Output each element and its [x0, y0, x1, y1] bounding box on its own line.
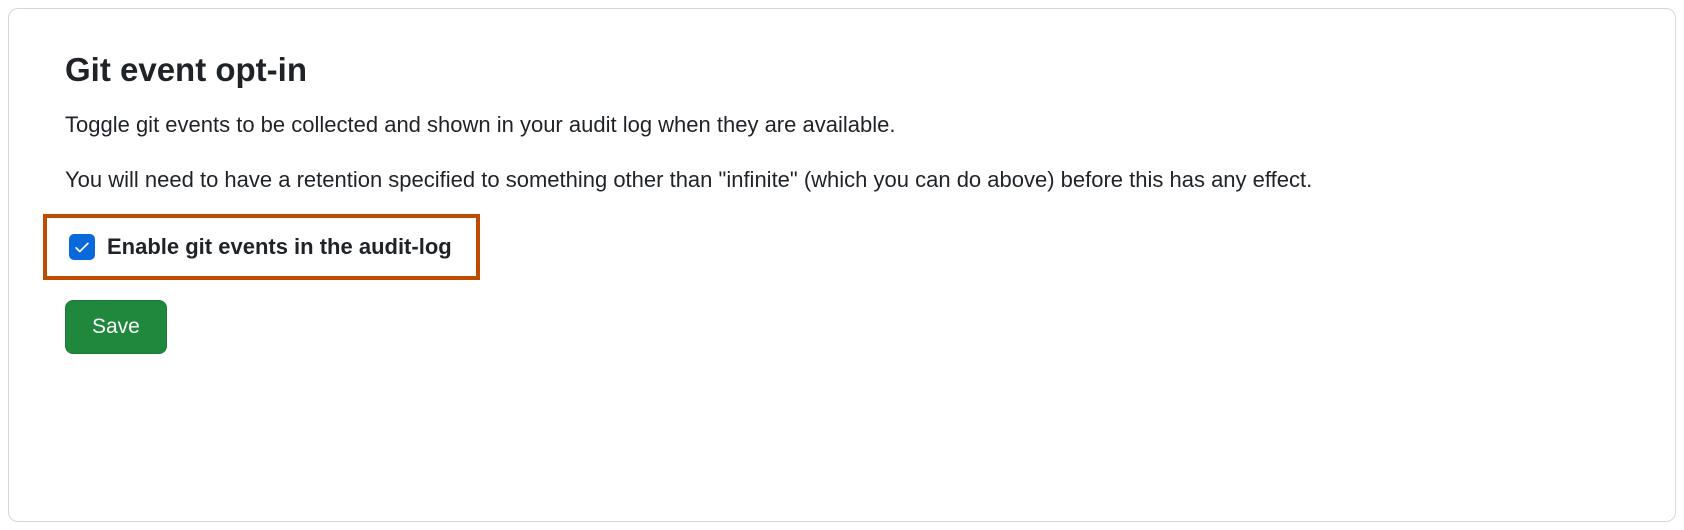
enable-git-events-label[interactable]: Enable git events in the audit-log [107, 234, 452, 260]
section-heading: Git event opt-in [65, 49, 1619, 90]
enable-git-events-checkbox[interactable] [69, 234, 95, 260]
description-text-2: You will need to have a retention specif… [65, 163, 1619, 196]
save-button[interactable]: Save [65, 300, 167, 353]
git-event-optin-panel: Git event opt-in Toggle git events to be… [8, 8, 1676, 522]
description-text-1: Toggle git events to be collected and sh… [65, 108, 1619, 141]
highlighted-checkbox-row: Enable git events in the audit-log [43, 214, 480, 280]
checkmark-icon [73, 238, 91, 256]
